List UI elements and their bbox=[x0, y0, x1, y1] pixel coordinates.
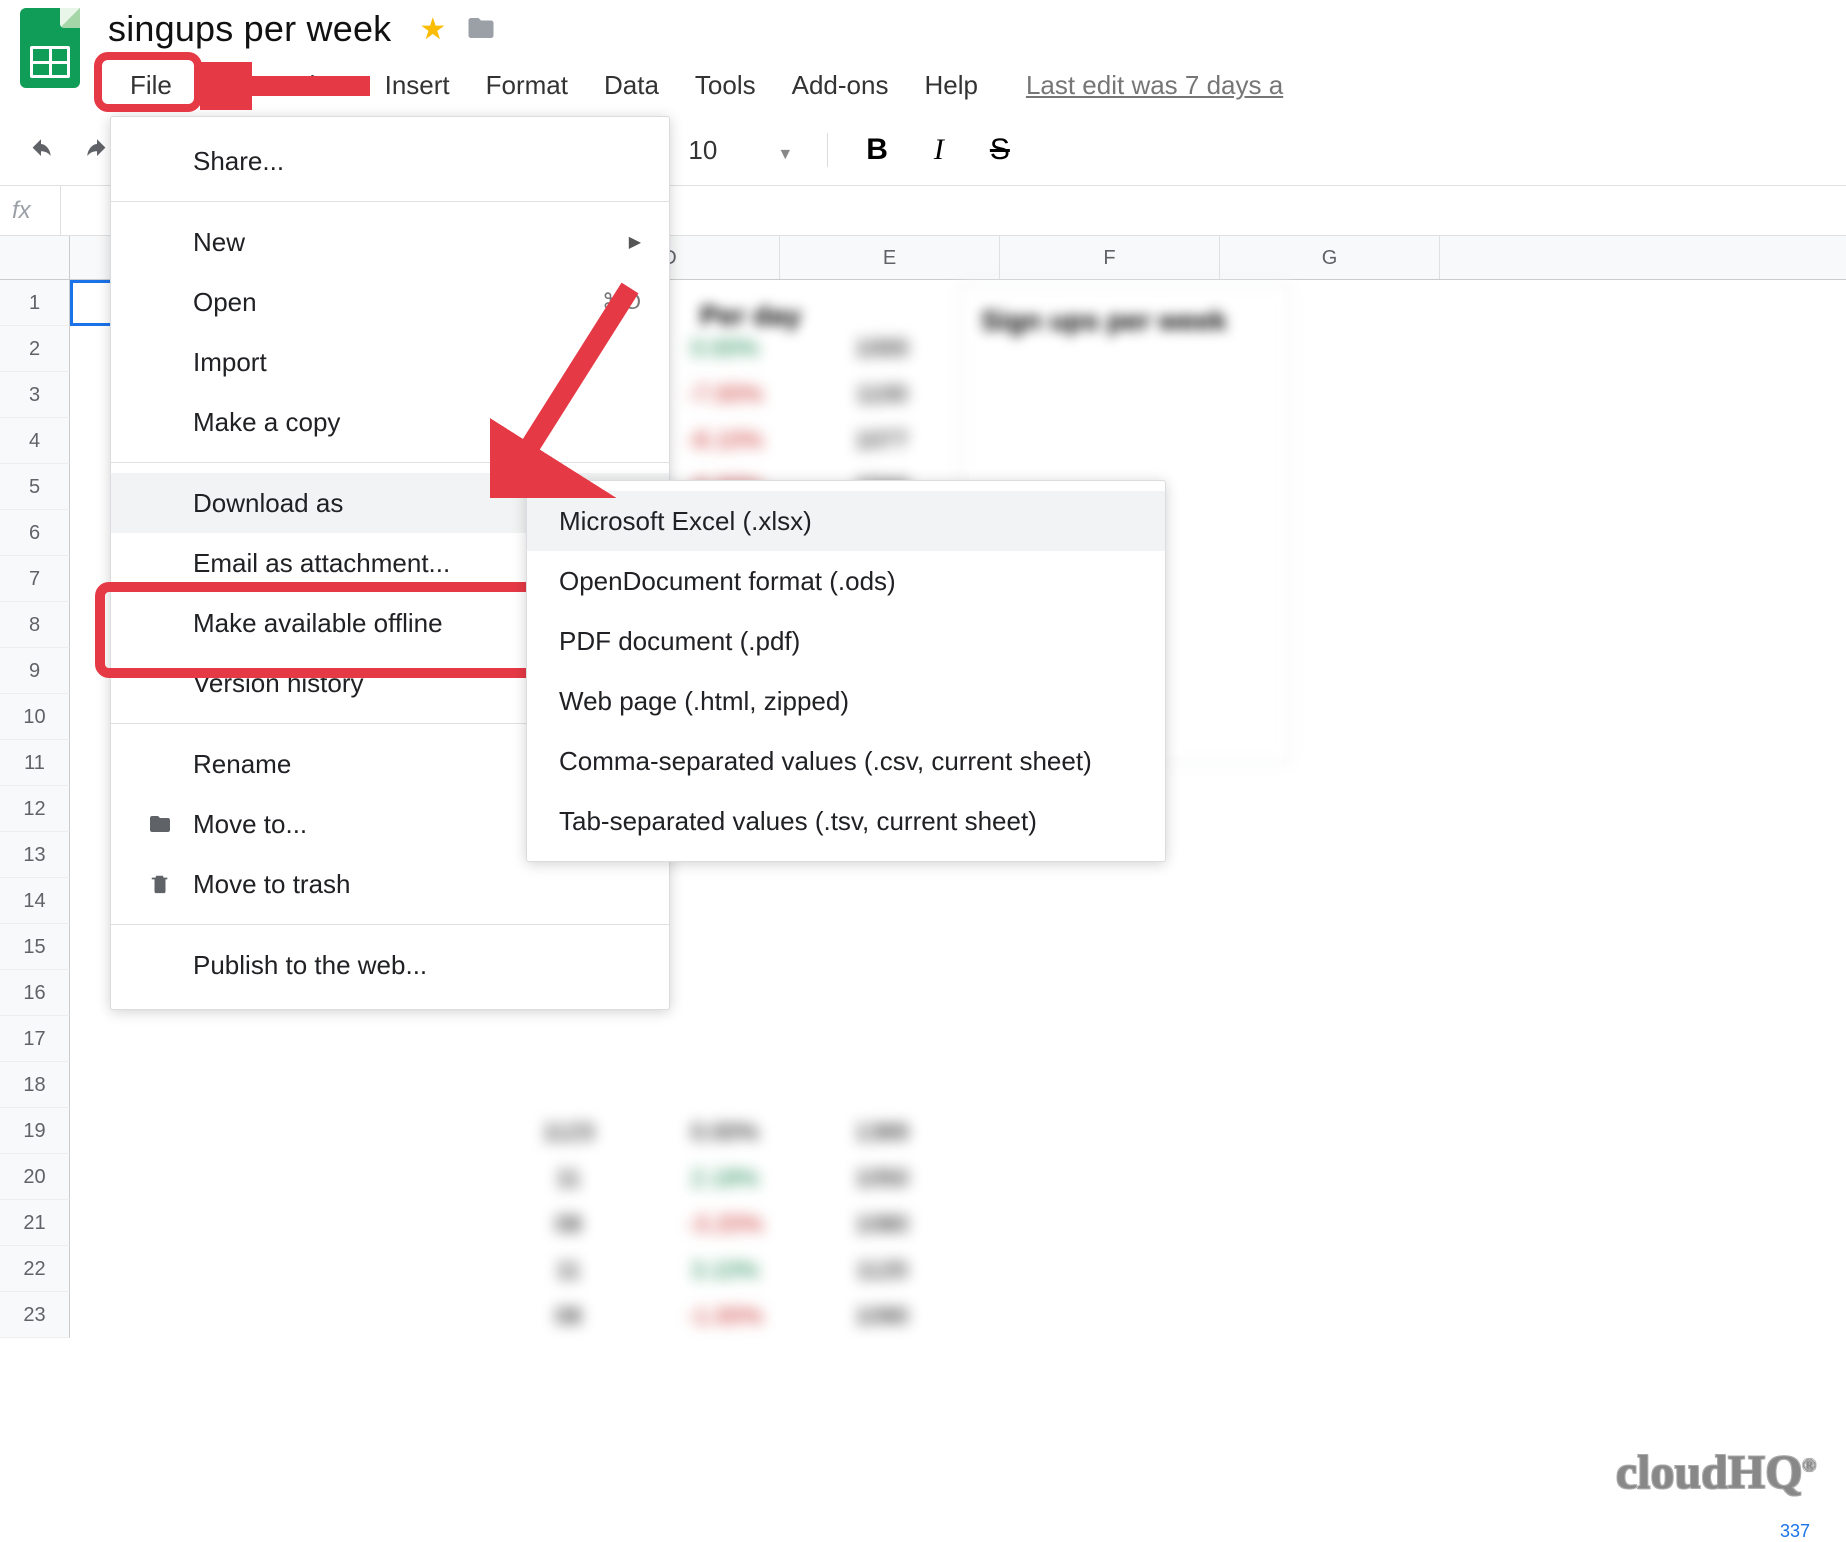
row-6[interactable]: 6 bbox=[0, 510, 70, 556]
row-22[interactable]: 22 bbox=[0, 1246, 70, 1292]
row-19[interactable]: 19 bbox=[0, 1108, 70, 1154]
strikethrough-button[interactable]: S bbox=[974, 133, 1026, 167]
row-1[interactable]: 1 bbox=[0, 280, 70, 326]
folder-icon[interactable] bbox=[466, 13, 496, 46]
row-23[interactable]: 23 bbox=[0, 1292, 70, 1338]
row-18[interactable]: 18 bbox=[0, 1062, 70, 1108]
row-20[interactable]: 20 bbox=[0, 1154, 70, 1200]
menu-addons[interactable]: Add-ons bbox=[774, 60, 907, 115]
bold-button[interactable]: B bbox=[850, 133, 904, 167]
row-headers: 1 2 3 4 5 6 7 8 9 10 11 12 13 14 15 16 1… bbox=[0, 280, 70, 1338]
submenu-html[interactable]: Web page (.html, zipped) bbox=[527, 671, 1165, 731]
row-14[interactable]: 14 bbox=[0, 878, 70, 924]
submenu-xlsx[interactable]: Microsoft Excel (.xlsx) bbox=[527, 491, 1165, 551]
star-icon[interactable]: ★ bbox=[419, 12, 446, 47]
menu-open[interactable]: Open⌘O bbox=[111, 272, 669, 332]
menu-edit[interactable]: Edit bbox=[194, 60, 275, 115]
menu-tools[interactable]: Tools bbox=[677, 60, 774, 115]
sheets-logo bbox=[20, 8, 80, 88]
row-10[interactable]: 10 bbox=[0, 694, 70, 740]
row-7[interactable]: 7 bbox=[0, 556, 70, 602]
menu-view[interactable]: View bbox=[275, 60, 367, 115]
menu-help[interactable]: Help bbox=[906, 60, 995, 115]
menu-data[interactable]: Data bbox=[586, 60, 677, 115]
menu-move-to-trash[interactable]: Move to trash bbox=[111, 854, 669, 914]
menu-file[interactable]: File bbox=[108, 60, 194, 115]
menu-share[interactable]: Share... bbox=[111, 131, 669, 191]
submenu-ods[interactable]: OpenDocument format (.ods) bbox=[527, 551, 1165, 611]
row-13[interactable]: 13 bbox=[0, 832, 70, 878]
submenu-tsv[interactable]: Tab-separated values (.tsv, current shee… bbox=[527, 791, 1165, 851]
col-G[interactable]: G bbox=[1220, 236, 1440, 279]
watermark: cloudHQ® bbox=[1616, 1445, 1816, 1500]
row-17[interactable]: 17 bbox=[0, 1016, 70, 1062]
download-submenu: Microsoft Excel (.xlsx) OpenDocument for… bbox=[526, 480, 1166, 862]
menu-import[interactable]: Import bbox=[111, 332, 669, 392]
row-11[interactable]: 11 bbox=[0, 740, 70, 786]
menu-format[interactable]: Format bbox=[468, 60, 586, 115]
row-4[interactable]: 4 bbox=[0, 418, 70, 464]
last-edit-link[interactable]: Last edit was 7 days a bbox=[996, 60, 1283, 115]
submenu-pdf[interactable]: PDF document (.pdf) bbox=[527, 611, 1165, 671]
row-21[interactable]: 21 bbox=[0, 1200, 70, 1246]
menu-publish[interactable]: Publish to the web... bbox=[111, 935, 669, 995]
fx-label: fx bbox=[12, 197, 60, 225]
menu-new[interactable]: New▶ bbox=[111, 212, 669, 272]
row-2[interactable]: 2 bbox=[0, 326, 70, 372]
italic-button[interactable]: I bbox=[918, 133, 960, 167]
col-F[interactable]: F bbox=[1000, 236, 1220, 279]
row-9[interactable]: 9 bbox=[0, 648, 70, 694]
folder-icon bbox=[145, 812, 175, 836]
row-12[interactable]: 12 bbox=[0, 786, 70, 832]
row-15[interactable]: 15 bbox=[0, 924, 70, 970]
undo-icon[interactable] bbox=[20, 138, 62, 162]
document-title[interactable]: singups per week bbox=[108, 8, 391, 50]
menu-make-copy[interactable]: Make a copy bbox=[111, 392, 669, 452]
blurred-table-lower: 11230.00%1389 112.18%1050 08-3.20%1080 1… bbox=[490, 1110, 960, 1340]
row-8[interactable]: 8 bbox=[0, 602, 70, 648]
menu-insert[interactable]: Insert bbox=[367, 60, 468, 115]
select-all-cell[interactable] bbox=[0, 236, 70, 279]
trash-icon bbox=[145, 872, 175, 896]
submenu-csv[interactable]: Comma-separated values (.csv, current sh… bbox=[527, 731, 1165, 791]
menubar: File Edit View Insert Format Data Tools … bbox=[108, 60, 1283, 115]
small-number: 337 bbox=[1780, 1521, 1810, 1542]
row-3[interactable]: 3 bbox=[0, 372, 70, 418]
row-16[interactable]: 16 bbox=[0, 970, 70, 1016]
col-E[interactable]: E bbox=[780, 236, 1000, 279]
row-5[interactable]: 5 bbox=[0, 464, 70, 510]
font-size-select[interactable]: 10▼ bbox=[676, 135, 805, 166]
